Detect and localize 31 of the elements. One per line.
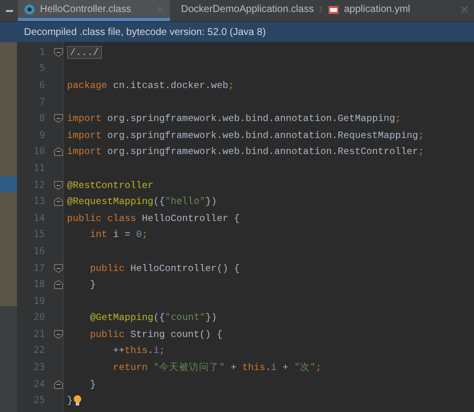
fold-end-icon[interactable] xyxy=(54,280,63,290)
code-line: return "今天被访问了" + this.i + "次"; xyxy=(112,361,322,374)
editor-tab[interactable]: HelloController.class xyxy=(18,0,170,21)
fold-start-icon[interactable] xyxy=(54,48,63,57)
code-line: int i = 0; xyxy=(89,229,148,240)
code-line: package cn.itcast.docker.web; xyxy=(67,80,234,91)
fold-start-icon[interactable] xyxy=(54,114,63,124)
folded-code[interactable]: /.../ xyxy=(67,46,102,58)
fold-end-icon[interactable] xyxy=(54,197,63,206)
code-line: import org.springframework.web.bind.annotation.RequestMapping; xyxy=(67,130,424,141)
code-line: } xyxy=(89,378,96,390)
code-line: import org.springframework.web.bind.annotation.RestController; xyxy=(67,146,424,158)
code-line: } xyxy=(89,279,96,290)
decompiled-notice: Decompiled .class file, bytecode version: 52.0 (Java 8) xyxy=(0,22,474,42)
code-line: @GetMapping({"count"}) xyxy=(89,312,217,324)
lightbulb-icon[interactable] xyxy=(72,395,82,406)
code-line: @RestController xyxy=(67,180,154,191)
fold-start-icon[interactable] xyxy=(54,330,63,339)
class-file-icon xyxy=(24,4,35,14)
code-line: ++this.i; xyxy=(112,345,165,356)
fold-start-icon[interactable] xyxy=(54,180,63,190)
yaml-file-icon xyxy=(328,4,339,14)
code-line: public HelloController() { xyxy=(89,262,240,274)
code-line: public class HelloController { xyxy=(67,212,240,224)
fold-end-icon[interactable] xyxy=(54,147,63,156)
code-line: } xyxy=(67,395,73,406)
code-line: public String count() { xyxy=(89,328,222,340)
fold-start-icon[interactable] xyxy=(54,264,63,273)
fold-end-icon[interactable] xyxy=(54,380,63,389)
code-line: import org.springframework.web.bind.annotation.GetMapping; xyxy=(67,113,401,124)
code-line: @RequestMapping({"hello"}) xyxy=(67,196,217,208)
